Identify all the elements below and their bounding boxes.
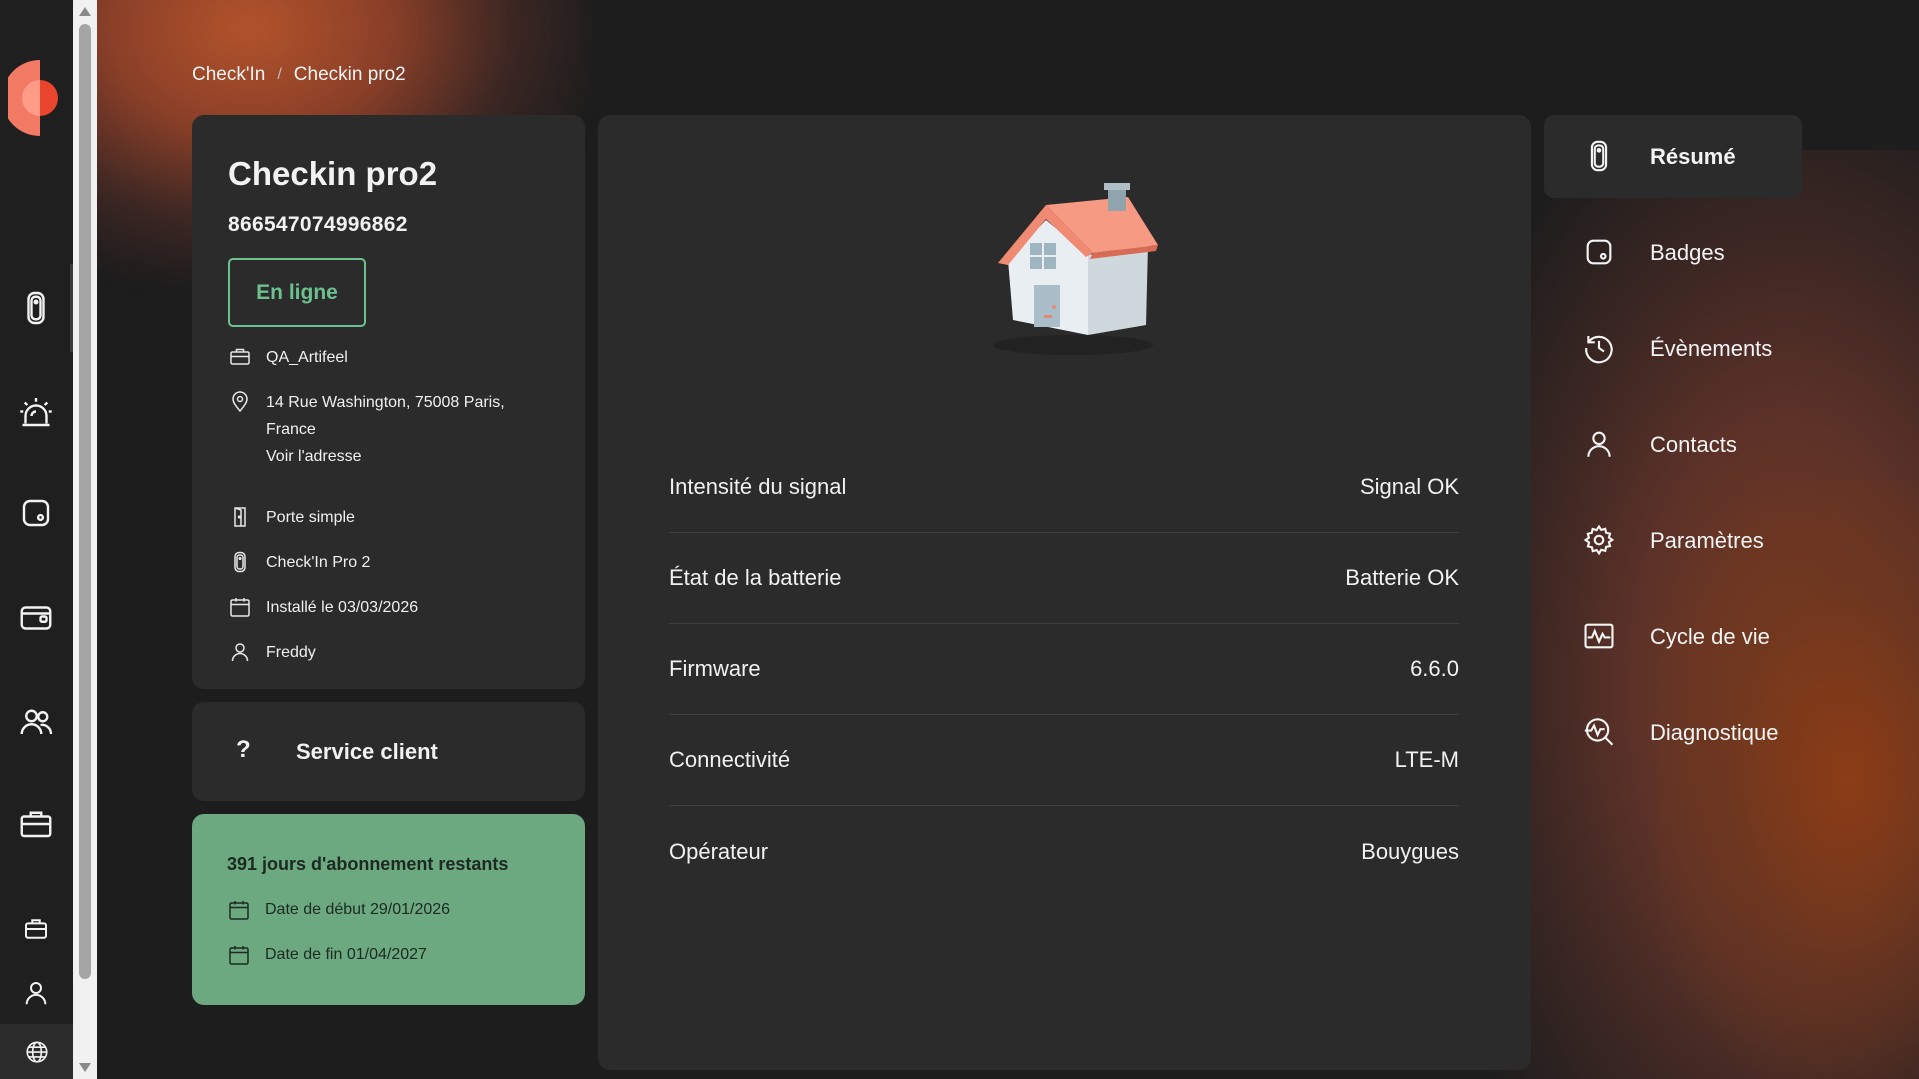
nav-item-diagnostic[interactable]: Diagnostique [1544, 691, 1802, 774]
rail-badges-icon[interactable] [12, 489, 60, 537]
model-row: Check'In Pro 2 [228, 549, 370, 576]
spec-value: 6.6.0 [1410, 656, 1459, 681]
door-type: Porte simple [266, 509, 355, 526]
spec-label: Intensité du signal [669, 474, 847, 499]
device-model: Check'In Pro 2 [266, 554, 371, 571]
spec-label: Firmware [669, 656, 761, 681]
company-name: QA_Artifeel [266, 349, 348, 366]
nav-item-settings[interactable]: Paramètres [1544, 499, 1802, 582]
history-icon [1580, 329, 1618, 367]
rail-briefcase-small-icon[interactable] [12, 905, 60, 953]
subscription-start-row: Date de début 29/01/2026 [227, 898, 450, 922]
device-summary-panel: Intensité du signal Signal OK État de la… [598, 115, 1531, 1070]
location-pin-icon [232, 391, 248, 413]
address-row: 14 Rue Washington, 75008 Paris, France V… [228, 389, 505, 470]
nav-label: Évènements [1650, 335, 1773, 361]
user-icon [231, 643, 249, 662]
company-row: QA_Artifeel [228, 344, 348, 371]
device-info-card: Checkin pro2 866547074996862 En ligne QA… [192, 115, 585, 689]
spec-value: Signal OK [1359, 474, 1459, 499]
subscription-end-row: Date de fin 01/04/2027 [227, 943, 427, 967]
device-imei: 866547074996862 [228, 213, 408, 236]
device-icon [234, 551, 246, 573]
nav-item-lifecycle[interactable]: Cycle de vie [1544, 595, 1802, 678]
nav-item-events[interactable]: Évènements [1544, 307, 1802, 390]
spec-label: Connectivité [669, 747, 791, 772]
app-logo-icon[interactable] [2, 58, 66, 138]
spec-label: État de la batterie [669, 565, 842, 590]
nav-item-resume[interactable]: Résumé [1544, 115, 1802, 198]
customer-service-label: Service client [296, 739, 438, 764]
view-address-link[interactable]: Voir l'adresse [266, 443, 505, 470]
calendar-icon [229, 946, 249, 965]
rail-language-globe-icon[interactable] [0, 1024, 73, 1079]
calendar-icon [230, 598, 250, 617]
spec-value: LTE-M [1394, 747, 1459, 772]
device-icon [1580, 137, 1618, 175]
nav-label: Badges [1650, 239, 1725, 265]
nav-item-contacts[interactable]: Contacts [1544, 403, 1802, 486]
nav-label: Résumé [1650, 143, 1736, 169]
breadcrumb-separator: / [277, 66, 282, 83]
spec-row-operator: Opérateur Bouygues [669, 806, 1459, 897]
device-tabs-nav: Résumé Badges Évènements Contacts Paramè… [1544, 115, 1802, 787]
left-rail [0, 0, 73, 1079]
install-date: Installé le 03/03/2026 [266, 599, 419, 616]
calendar-icon [229, 901, 249, 920]
rail-devices-icon[interactable] [12, 284, 60, 332]
door-type-row: Porte simple [228, 504, 355, 531]
nav-label: Cycle de vie [1650, 623, 1770, 649]
spec-value: Batterie OK [1345, 565, 1459, 590]
help-question-icon: ? [236, 736, 251, 763]
spec-row-battery: État de la batterie Batterie OK [669, 533, 1459, 624]
nav-item-badges[interactable]: Badges [1544, 211, 1802, 294]
installer-name: Freddy [266, 644, 316, 661]
rail-profile-icon[interactable] [12, 969, 60, 1017]
spec-label: Opérateur [669, 838, 769, 864]
briefcase-icon [230, 348, 250, 365]
customer-service-button[interactable]: ? Service client [192, 702, 585, 801]
spec-table: Intensité du signal Signal OK État de la… [669, 442, 1459, 897]
spec-row-signal: Intensité du signal Signal OK [669, 442, 1459, 533]
rail-briefcase-icon[interactable] [12, 800, 60, 848]
scrollbar-thumb[interactable] [79, 24, 91, 979]
rail-users-icon[interactable] [12, 698, 60, 746]
rail-wallet-icon[interactable] [12, 594, 60, 642]
gear-icon [1580, 521, 1618, 559]
nav-label: Contacts [1650, 431, 1737, 457]
house-illustration [968, 175, 1178, 365]
spec-row-firmware: Firmware 6.6.0 [669, 624, 1459, 715]
subscription-start: Date de début 29/01/2026 [265, 901, 451, 918]
activity-icon [1580, 617, 1618, 655]
scroll-up-arrow-icon[interactable] [79, 7, 91, 16]
subscription-end: Date de fin 01/04/2027 [265, 946, 427, 963]
address-line1: 14 Rue Washington, 75008 Paris, [266, 394, 505, 411]
nav-label: Paramètres [1650, 527, 1764, 553]
address-line2: France [266, 421, 316, 438]
breadcrumb-current: Checkin pro2 [293, 64, 406, 85]
installer-row: Freddy [228, 639, 316, 666]
subscription-card: 391 jours d'abonnement restants Date de … [192, 814, 585, 1005]
nav-label: Diagnostique [1650, 719, 1779, 745]
status-badge: En ligne [228, 258, 366, 327]
badge-icon [1580, 233, 1618, 271]
vertical-scrollbar[interactable] [73, 0, 97, 1079]
rail-alarm-icon[interactable] [12, 389, 60, 437]
subscription-remaining: 391 jours d'abonnement restants [227, 854, 509, 874]
install-date-row: Installé le 03/03/2026 [228, 594, 418, 621]
user-icon [1580, 425, 1618, 463]
door-icon [234, 507, 246, 527]
breadcrumb: Check'In / Checkin pro2 [192, 64, 406, 86]
scroll-down-arrow-icon[interactable] [79, 1063, 91, 1072]
diagnostic-icon [1580, 713, 1618, 751]
spec-value: Bouygues [1361, 838, 1459, 864]
breadcrumb-root-link[interactable]: Check'In [192, 64, 265, 86]
device-name: Checkin pro2 [228, 155, 438, 192]
spec-row-connectivity: Connectivité LTE-M [669, 715, 1459, 806]
